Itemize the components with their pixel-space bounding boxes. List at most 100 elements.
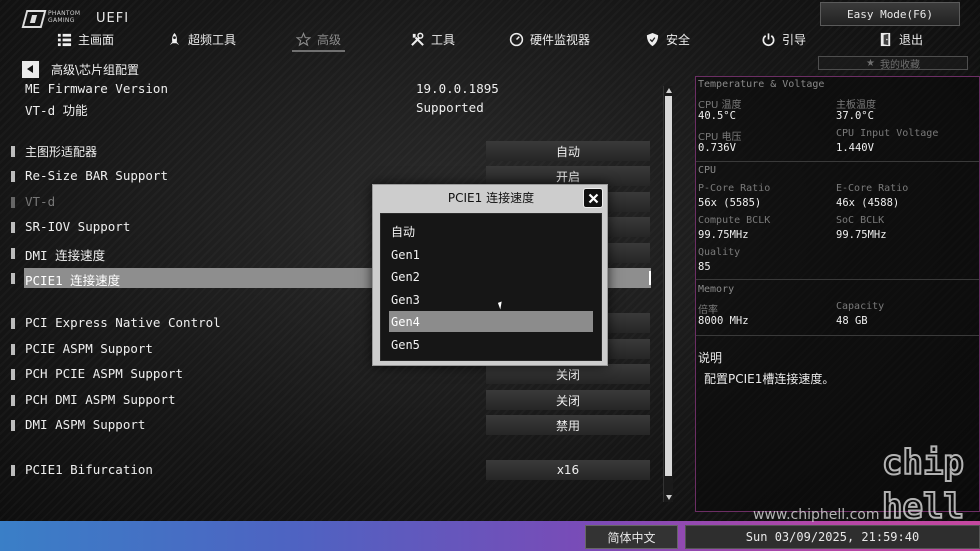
mb-temp-label: 主板温度 — [836, 100, 876, 111]
shield-icon — [646, 32, 659, 46]
option-primary-graphics-adapter[interactable]: 主图形适配器 自动 — [0, 141, 660, 163]
nav-tab-exit[interactable]: 退出 — [878, 27, 923, 51]
popup-option-gen1[interactable]: Gen1 — [389, 244, 593, 265]
row-bullet — [11, 420, 15, 431]
nav-tab-security[interactable]: 安全 — [645, 27, 690, 51]
breadcrumb: 高级\芯片组配置 — [22, 60, 139, 78]
row-bullet — [11, 222, 15, 233]
popup-option-auto[interactable]: 自动 — [389, 221, 593, 242]
option-label: DMI ASPM Support — [25, 417, 146, 432]
brand-line1: PHANTOM — [48, 10, 81, 17]
option-label: PCIE1 连接速度 — [25, 273, 121, 288]
nav-tab-main[interactable]: 主画面 — [57, 27, 114, 51]
easy-mode-button[interactable]: Easy Mode(F6) — [820, 2, 960, 26]
cpu-temp-value: 40.5°C — [698, 110, 736, 122]
vtd-function-label: VT-d 功能 — [25, 103, 88, 118]
cpu-voltage-label: CPU 电压 — [698, 132, 742, 143]
nav-tab-tool[interactable]: 工具 — [410, 27, 455, 51]
option-label: SR-IOV Support — [25, 219, 131, 234]
option-value-dropdown[interactable]: 开启 — [486, 166, 650, 186]
text-caret — [649, 271, 651, 285]
row-bullet — [11, 171, 15, 182]
option-dmi-aspm[interactable]: DMI ASPM Support 禁用 — [0, 415, 660, 437]
row-bullet — [11, 146, 15, 157]
popup-title: PCIE1 连接速度 — [447, 191, 535, 205]
vtd-function-value: Supported — [416, 100, 484, 115]
nav-tab-advanced[interactable]: 高级 — [291, 27, 346, 52]
watermark-url: www.chiphell.com — [753, 507, 880, 523]
option-label: Re-Size BAR Support — [25, 168, 168, 183]
scroll-down-icon[interactable] — [666, 495, 672, 500]
rocket-icon — [169, 32, 180, 45]
cpu-input-voltage-label: CPU Input Voltage — [836, 128, 939, 139]
option-label: PCI Express Native Control — [25, 315, 221, 330]
scroll-up-icon[interactable] — [666, 88, 672, 93]
memory-capacity-value: 48 GB — [836, 315, 868, 327]
option-pcie1-bifurcation[interactable]: PCIE1 Bifurcation x16 — [0, 460, 660, 482]
option-pch-dmi-aspm[interactable]: PCH DMI ASPM Support 关闭 — [0, 390, 660, 412]
pcie1-link-speed-popup: PCIE1 连接速度 自动 Gen1 Gen2 Gen3 Gen4 Gen5 — [372, 184, 608, 366]
mb-temp-value: 37.0°C — [836, 110, 874, 122]
option-label: PCIE ASPM Support — [25, 341, 153, 356]
row-bullet — [11, 344, 15, 355]
datetime-display: Sun 03/09/2025, 21:59:40 — [685, 525, 980, 549]
nav-tab-oc-tweaker-label: 超频工具 — [188, 32, 237, 47]
cpu-voltage-value: 0.736V — [698, 142, 736, 154]
popup-option-gen5[interactable]: Gen5 — [389, 334, 593, 355]
option-value-dropdown[interactable]: 关闭 — [486, 364, 650, 384]
memory-frequency-label: 倍率 — [698, 305, 718, 316]
option-pch-pcie-aspm[interactable]: PCH PCIE ASPM Support 关闭 — [0, 364, 660, 386]
nav-tab-exit-label: 退出 — [899, 32, 924, 47]
option-label: PCIE1 Bifurcation — [25, 462, 153, 477]
star-icon: ★ — [866, 57, 875, 69]
option-label: VT-d — [25, 194, 56, 209]
scroll-thumb[interactable] — [665, 96, 672, 476]
section-divider — [696, 161, 979, 162]
nav-tab-boot[interactable]: 引导 — [761, 27, 806, 51]
ecore-ratio-value: 46x (4588) — [836, 197, 900, 209]
language-button[interactable]: 简体中文 — [585, 525, 678, 549]
close-icon[interactable] — [583, 188, 603, 208]
option-value-dropdown[interactable]: 禁用 — [486, 415, 650, 435]
uefi-label: UEFI — [96, 11, 130, 26]
me-firmware-value: 19.0.0.1895 — [416, 81, 499, 96]
option-label: PCH DMI ASPM Support — [25, 392, 176, 407]
option-value-dropdown[interactable]: x16 — [486, 460, 650, 480]
memory-capacity-label: Capacity — [836, 301, 885, 312]
nav-tab-main-label: 主画面 — [78, 32, 115, 47]
main-nav: 主画面 超频工具 高级 工具 硬件监视器 安全 引导 退出 — [0, 27, 980, 52]
row-bullet — [11, 369, 15, 380]
my-favorites-button[interactable]: ★ 我的收藏 — [818, 56, 968, 71]
section-divider — [696, 279, 979, 280]
exit-icon — [880, 32, 891, 46]
back-arrow-icon[interactable] — [22, 60, 39, 78]
soc-bclk-value: 99.75MHz — [836, 229, 887, 241]
breadcrumb-path: 高级\芯片组配置 — [51, 62, 140, 77]
option-label: DMI 连接速度 — [25, 248, 106, 263]
nav-tab-oc-tweaker[interactable]: 超频工具 — [167, 27, 236, 51]
popup-option-gen2[interactable]: Gen2 — [389, 266, 593, 287]
row-bullet — [11, 318, 15, 329]
pcore-ratio-label: P-Core Ratio — [698, 183, 771, 194]
popup-option-gen3[interactable]: Gen3 — [389, 289, 593, 310]
power-icon — [762, 32, 775, 46]
memory-frequency-value: 8000 MHz — [698, 315, 749, 327]
nav-tab-hw-monitor[interactable]: 硬件监视器 — [509, 27, 590, 51]
option-value-dropdown[interactable]: 自动 — [486, 141, 650, 161]
nav-tab-hw-monitor-label: 硬件监视器 — [530, 32, 591, 47]
cpu-temp-label: CPU 温度 — [698, 100, 742, 111]
brand-mark-icon — [21, 10, 47, 28]
list-icon — [57, 33, 72, 46]
section-temperature-voltage: Temperature & Voltage — [698, 79, 825, 90]
soc-bclk-label: SoC BCLK — [836, 215, 885, 226]
quality-label: Quality — [698, 247, 741, 258]
ecore-ratio-label: E-Core Ratio — [836, 183, 909, 194]
option-value-dropdown[interactable]: 关闭 — [486, 390, 650, 410]
option-label: PCH PCIE ASPM Support — [25, 366, 184, 381]
section-cpu: CPU — [698, 165, 717, 176]
star-icon — [296, 31, 311, 46]
brand-text: PHANTOM GAMING — [48, 10, 80, 24]
main-scrollbar[interactable] — [663, 86, 673, 502]
compute-bclk-label: Compute BCLK — [698, 215, 771, 226]
popup-option-gen4[interactable]: Gen4 — [389, 311, 593, 332]
